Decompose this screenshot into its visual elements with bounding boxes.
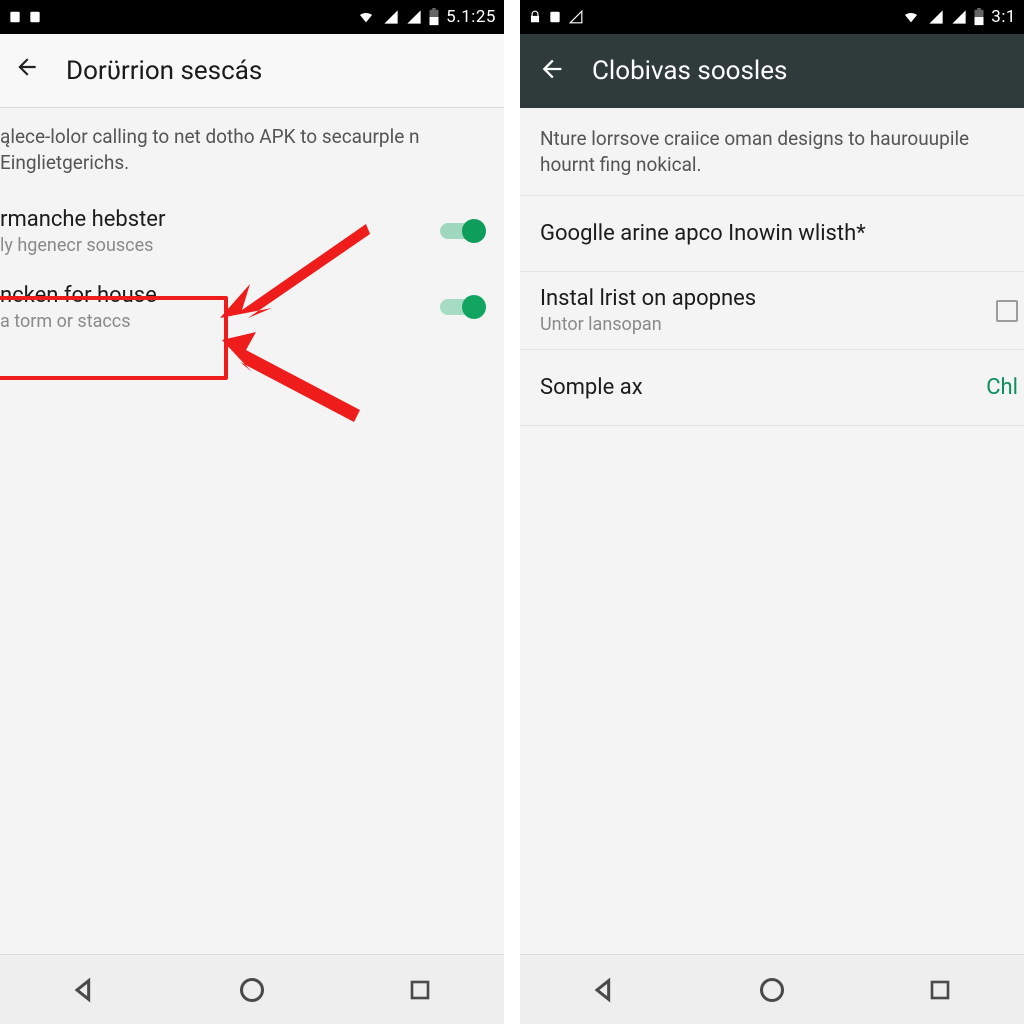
signal-icon	[927, 9, 945, 25]
page-title: Clobivas soosles	[592, 56, 787, 86]
wifi-icon	[901, 9, 921, 25]
signal-icon	[406, 9, 422, 25]
battery-icon	[428, 8, 440, 26]
setting-row[interactable]: ncken for house a torm or staccs	[0, 269, 504, 345]
navigation-bar	[0, 954, 504, 1024]
page-title: Dorϋrrion sescás	[66, 56, 262, 86]
nav-back-button[interactable]	[67, 973, 101, 1007]
status-time: 5.1:25	[446, 7, 496, 27]
signal-empty-icon	[568, 10, 584, 24]
content-area: ąlece-lolor calling to net dotho APK to …	[0, 108, 504, 345]
description-text: Nture lorrsove craiice oman designs to h…	[520, 108, 1024, 195]
toggle-switch[interactable]	[440, 295, 486, 319]
setting-row[interactable]: Instal lrist on apopnes Untor lansopan	[520, 271, 1024, 349]
setting-subtitle: a torm or staccs	[0, 311, 157, 332]
app-bar: Dorϋrrion sescás	[0, 34, 504, 108]
setting-title: Googlle arine apco Inowin wlisth*	[540, 221, 866, 246]
app-bar: Clobivas soosles	[520, 34, 1024, 108]
nav-back-button[interactable]	[587, 973, 621, 1007]
nav-recent-button[interactable]	[403, 973, 437, 1007]
notification-icon	[8, 10, 22, 24]
setting-title: Somple ax	[540, 375, 643, 400]
nav-home-button[interactable]	[755, 973, 789, 1007]
battery-icon	[973, 8, 985, 26]
setting-row[interactable]: rmanche hebster ly hgenecr sousces	[0, 193, 504, 269]
notification-icon	[548, 10, 562, 24]
screenshot-divider	[504, 0, 520, 1024]
setting-title: ncken for house	[0, 283, 157, 308]
phone-left: 5.1:25 Dorϋrrion sescás ąlece-lolor call…	[0, 0, 504, 1024]
navigation-bar	[520, 954, 1024, 1024]
status-time: 3:1	[991, 7, 1016, 27]
setting-title: rmanche hebster	[0, 207, 165, 232]
setting-row[interactable]: Somple ax Chl	[520, 349, 1024, 425]
setting-row[interactable]: Googlle arine apco Inowin wlisth*	[520, 195, 1024, 271]
setting-title: Instal lrist on apopnes	[540, 286, 756, 311]
signal-icon	[382, 9, 400, 25]
notification-icon	[28, 10, 42, 24]
nav-recent-button[interactable]	[923, 973, 957, 1007]
back-button[interactable]	[538, 55, 566, 87]
status-bar: 3:1	[520, 0, 1024, 34]
back-button[interactable]	[14, 54, 44, 87]
lock-icon	[528, 10, 542, 24]
phone-right: 3:1 Clobivas soosles Nture lorrsove crai…	[520, 0, 1024, 1024]
description-text: ąlece-lolor calling to net dotho APK to …	[0, 108, 504, 193]
checkbox[interactable]	[996, 300, 1018, 322]
signal-icon	[951, 9, 967, 25]
setting-subtitle: Untor lansopan	[540, 314, 756, 335]
toggle-switch[interactable]	[440, 219, 486, 243]
annotation-arrow-icon	[222, 332, 362, 426]
wifi-icon	[356, 9, 376, 25]
setting-value: Chl	[986, 375, 1018, 400]
status-bar: 5.1:25	[0, 0, 504, 34]
nav-home-button[interactable]	[235, 973, 269, 1007]
content-area: Nture lorrsove craiice oman designs to h…	[520, 108, 1024, 426]
setting-subtitle: ly hgenecr sousces	[0, 235, 165, 256]
